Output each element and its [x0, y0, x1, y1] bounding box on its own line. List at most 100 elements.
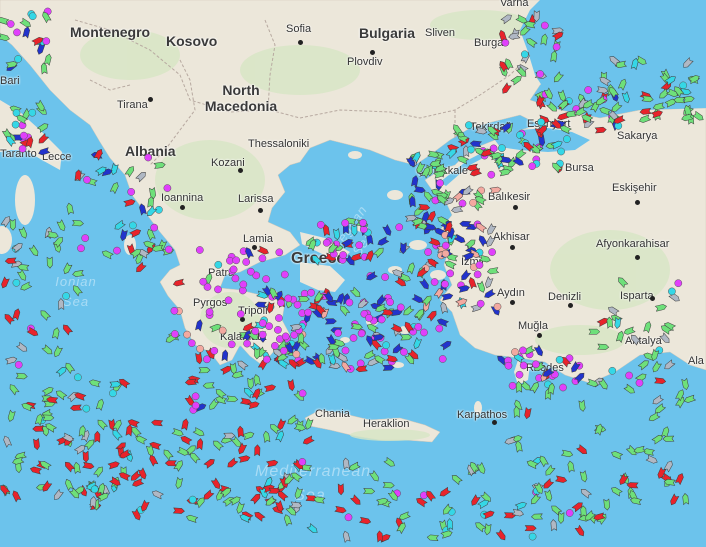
vessel-marker-tanker[interactable] — [263, 384, 276, 393]
vessel-marker-cargo[interactable] — [658, 88, 671, 100]
vessel-marker-pleasure[interactable] — [227, 340, 236, 349]
vessel-marker-other[interactable] — [333, 228, 340, 241]
vessel-marker-fishing[interactable] — [493, 302, 502, 311]
vessel-marker-cargo[interactable] — [450, 473, 463, 486]
vessel-marker-pleasure[interactable] — [171, 330, 179, 338]
vessel-marker-cargo[interactable] — [124, 165, 135, 178]
vessel-marker-cargo[interactable] — [617, 276, 629, 289]
vessel-marker-fishing[interactable] — [292, 350, 301, 359]
vessel-marker-pleasure[interactable] — [349, 334, 358, 342]
vessel-marker-cargo[interactable] — [544, 489, 553, 502]
vessel-marker-other[interactable] — [188, 495, 197, 504]
vessel-marker-tanker[interactable] — [123, 199, 136, 207]
vessel-marker-tanker[interactable] — [669, 493, 680, 506]
vessel-marker-pleasure[interactable] — [280, 346, 288, 355]
vessel-marker-other[interactable] — [465, 121, 473, 130]
vessel-marker-unknown[interactable] — [52, 488, 64, 501]
vessel-marker-unknown[interactable] — [135, 170, 148, 183]
vessel-marker-pleasure[interactable] — [258, 254, 267, 263]
vessel-marker-tanker[interactable] — [61, 323, 74, 336]
vessel-marker-tanker[interactable] — [542, 478, 555, 490]
vessel-marker-pleasure[interactable] — [339, 251, 347, 259]
vessel-marker-tanker[interactable] — [576, 444, 589, 456]
vessel-marker-other[interactable] — [514, 501, 527, 511]
vessel-marker-tanker[interactable] — [376, 530, 384, 543]
vessel-marker-pleasure[interactable] — [359, 218, 367, 227]
vessel-marker-tanker[interactable] — [202, 489, 215, 501]
vessel-marker-cargo[interactable] — [254, 347, 261, 360]
vessel-marker-pleasure[interactable] — [559, 383, 567, 392]
vessel-marker-cargo[interactable] — [648, 411, 661, 422]
vessel-marker-cargo[interactable] — [610, 450, 624, 460]
vessel-marker-other[interactable] — [28, 108, 37, 117]
vessel-marker-pleasure[interactable] — [271, 341, 279, 350]
vessel-marker-unknown[interactable] — [682, 57, 694, 70]
vessel-marker-pleasure[interactable] — [42, 37, 51, 45]
vessel-marker-pleasure[interactable] — [532, 360, 540, 369]
vessel-marker-passenger[interactable] — [439, 340, 452, 351]
vessel-marker-cargo[interactable] — [0, 33, 10, 42]
vessel-marker-tanker[interactable] — [196, 438, 204, 451]
vessel-marker-cargo[interactable] — [226, 395, 239, 403]
vessel-marker-cargo[interactable] — [426, 534, 439, 542]
vessel-marker-passenger[interactable] — [38, 147, 51, 156]
vessel-marker-tanker[interactable] — [266, 459, 279, 468]
vessel-marker-cargo[interactable] — [41, 344, 54, 356]
vessel-marker-tanker[interactable] — [524, 406, 532, 420]
vessel-marker-pleasure[interactable] — [127, 188, 136, 196]
vessel-marker-cargo[interactable] — [610, 101, 623, 113]
vessel-marker-tanker[interactable] — [418, 203, 431, 211]
vessel-marker-cargo[interactable] — [171, 428, 184, 437]
vessel-marker-cargo[interactable] — [93, 465, 105, 478]
vessel-marker-other[interactable] — [467, 145, 475, 154]
vessel-marker-pleasure[interactable] — [420, 328, 428, 337]
vessel-marker-cargo[interactable] — [43, 53, 52, 66]
vessel-marker-tanker[interactable] — [32, 425, 45, 432]
vessel-marker-cargo[interactable] — [610, 486, 623, 497]
vessel-marker-passenger[interactable] — [477, 234, 489, 247]
vessel-marker-passenger[interactable] — [411, 175, 419, 188]
vessel-marker-tanker[interactable] — [501, 82, 512, 95]
vessel-marker-other[interactable] — [28, 12, 37, 21]
vessel-marker-cargo[interactable] — [192, 427, 205, 438]
vessel-marker-cargo[interactable] — [531, 513, 543, 520]
vessel-marker-cargo[interactable] — [53, 345, 63, 358]
vessel-marker-other[interactable] — [243, 386, 255, 399]
vessel-marker-pleasure[interactable] — [424, 248, 432, 256]
vessel-marker-other[interactable] — [129, 221, 137, 230]
vessel-marker-tanker[interactable] — [524, 525, 537, 532]
vessel-marker-other[interactable] — [413, 337, 422, 350]
vessel-marker-cargo[interactable] — [297, 296, 310, 302]
vessel-marker-tanker[interactable] — [164, 460, 177, 467]
vessel-marker-tanker[interactable] — [650, 110, 663, 119]
vessel-marker-unknown[interactable] — [89, 496, 97, 509]
vessel-marker-fishing[interactable] — [218, 326, 227, 335]
vessel-marker-unknown[interactable] — [630, 333, 642, 346]
vessel-marker-pleasure[interactable] — [246, 267, 255, 276]
vessel-marker-pleasure[interactable] — [187, 339, 196, 347]
vessel-marker-fishing[interactable] — [183, 330, 191, 339]
vessel-marker-unknown[interactable] — [645, 454, 658, 464]
vessel-marker-tanker[interactable] — [674, 472, 684, 486]
vessel-marker-pleasure[interactable] — [232, 256, 241, 265]
vessel-marker-cargo[interactable] — [594, 423, 603, 436]
vessel-marker-pleasure[interactable] — [298, 389, 307, 398]
vessel-marker-tanker[interactable] — [350, 494, 362, 506]
vessel-marker-pleasure[interactable] — [357, 329, 366, 338]
vessel-marker-passenger[interactable] — [221, 349, 229, 362]
vessel-marker-unknown[interactable] — [58, 298, 65, 311]
vessel-marker-tanker[interactable] — [195, 352, 203, 365]
vessel-marker-cargo[interactable] — [444, 260, 457, 270]
vessel-marker-tanker[interactable] — [237, 425, 244, 438]
vessel-marker-cargo[interactable] — [64, 478, 74, 491]
vessel-marker-tanker[interactable] — [439, 486, 452, 497]
vessel-marker-pleasure[interactable] — [236, 310, 245, 318]
vessel-marker-pleasure[interactable] — [77, 244, 85, 253]
vessel-marker-cargo[interactable] — [41, 386, 54, 397]
vessel-marker-tanker[interactable] — [256, 245, 269, 255]
vessel-marker-cargo[interactable] — [643, 321, 652, 334]
vessel-marker-pleasure[interactable] — [293, 300, 302, 309]
vessel-marker-tanker[interactable] — [4, 257, 17, 264]
vessel-marker-other[interactable] — [113, 219, 126, 231]
vessel-marker-passenger[interactable] — [460, 269, 472, 282]
